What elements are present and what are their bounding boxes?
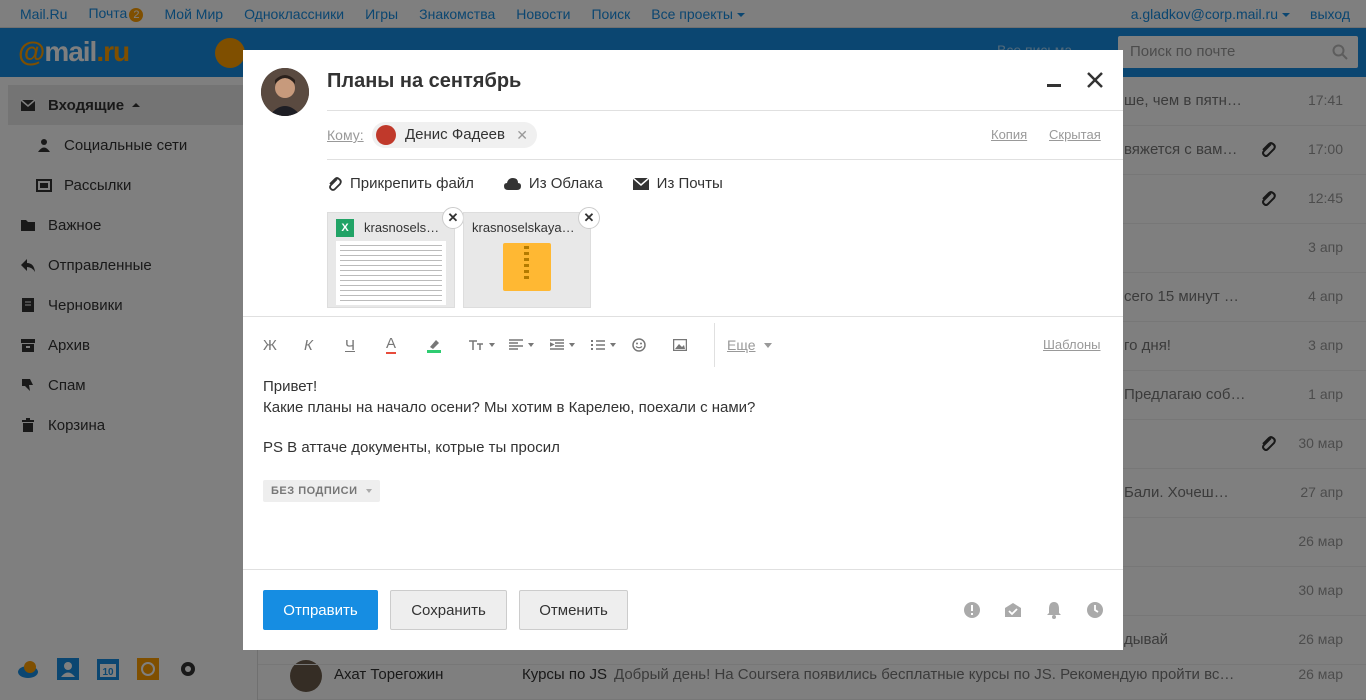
schedule-icon[interactable]	[1086, 601, 1127, 619]
toolbar-separator	[714, 323, 715, 367]
minimize-icon[interactable]	[1047, 84, 1061, 87]
bold-label: Ж	[263, 336, 277, 354]
divider	[243, 569, 1123, 570]
to-label[interactable]: Кому:	[327, 127, 364, 143]
envelope-icon	[632, 176, 649, 190]
from-mail-label: Из Почты	[656, 175, 723, 192]
recipient-chip[interactable]: Денис Фадеев ✕	[372, 122, 537, 148]
compose-dialog: Планы на сентябрь Кому: Денис Фадеев ✕ К…	[243, 50, 1123, 650]
attach-actions: Прикрепить файл Из Облака Из Почты	[327, 175, 753, 192]
image-icon	[673, 339, 687, 351]
indent-icon	[550, 339, 564, 350]
bold-button[interactable]: Ж	[263, 332, 304, 358]
text-color-label: А	[386, 335, 397, 354]
format-toolbar: Ж К Ч А Еще	[263, 323, 772, 367]
numbered-list-icon	[591, 340, 605, 350]
more-button[interactable]: Еще	[727, 337, 772, 353]
font-size-button[interactable]	[468, 332, 509, 358]
remove-recipient-icon[interactable]: ✕	[516, 122, 528, 148]
remove-attachment-icon[interactable]: ✕	[442, 207, 464, 229]
align-left-icon	[509, 339, 523, 350]
message-body[interactable]: Привет! Какие планы на начало осени? Мы …	[263, 376, 755, 458]
attachment-name: krasnoselskaya…	[472, 220, 575, 235]
important-icon[interactable]	[963, 601, 1004, 619]
receipt-icon[interactable]	[1004, 601, 1045, 619]
chevron-down-icon	[763, 342, 772, 348]
from-cloud-label: Из Облака	[528, 175, 603, 192]
close-icon[interactable]	[1085, 70, 1105, 90]
user-avatar	[261, 68, 309, 116]
attach-file-label: Прикрепить файл	[350, 175, 474, 192]
divider	[327, 159, 1123, 160]
templates-link[interactable]: Шаблоны	[1043, 337, 1101, 352]
body-line: PS В аттаче документы, котрые ты просил	[263, 439, 560, 456]
recipient-name: Денис Фадеев	[405, 126, 505, 143]
paperclip-icon	[329, 176, 342, 191]
align-button[interactable]	[509, 332, 550, 358]
zip-icon	[503, 243, 551, 291]
more-label: Еще	[727, 337, 756, 353]
spreadsheet-preview	[336, 241, 446, 305]
footer-options	[963, 601, 1127, 619]
body-line: Привет!	[263, 378, 318, 395]
excel-icon: X	[336, 219, 354, 237]
chevron-down-icon	[365, 489, 372, 494]
notify-icon[interactable]	[1045, 601, 1086, 619]
underline-label: Ч	[345, 336, 355, 354]
list-button[interactable]	[591, 332, 632, 358]
highlight-button[interactable]	[427, 332, 468, 358]
send-button[interactable]: Отправить	[263, 590, 378, 630]
divider	[243, 316, 1123, 317]
signature-label: БЕЗ ПОДПИСИ	[271, 485, 358, 497]
italic-button[interactable]: К	[304, 332, 345, 358]
emoji-button[interactable]	[632, 332, 673, 358]
highlighter-icon	[427, 340, 441, 353]
cancel-button[interactable]: Отменить	[519, 590, 628, 630]
attachment-xls[interactable]: X krasnosels… ✕	[327, 207, 464, 308]
remove-attachment-icon[interactable]: ✕	[578, 207, 600, 229]
attach-file-button[interactable]: Прикрепить файл	[327, 175, 474, 192]
attachment-name: krasnosels…	[364, 220, 440, 235]
compose-title: Планы на сентябрь	[327, 70, 522, 92]
underline-button[interactable]: Ч	[345, 332, 386, 358]
font-size-icon	[469, 340, 483, 350]
indent-button[interactable]	[550, 332, 591, 358]
save-button[interactable]: Сохранить	[390, 590, 507, 630]
bcc-link[interactable]: Скрытая	[1049, 127, 1101, 142]
attachment-zip[interactable]: krasnoselskaya… ✕	[463, 207, 600, 308]
from-mail-button[interactable]: Из Почты	[632, 175, 723, 192]
italic-label: К	[304, 336, 313, 354]
divider	[327, 110, 1123, 111]
signature-select[interactable]: БЕЗ ПОДПИСИ	[263, 480, 380, 502]
insert-image-button[interactable]	[673, 332, 714, 358]
smiley-icon	[632, 338, 646, 352]
cc-link[interactable]: Копия	[991, 127, 1027, 142]
cloud-icon	[503, 177, 521, 190]
body-line: Какие планы на начало осени? Мы хотим в …	[263, 399, 756, 416]
from-cloud-button[interactable]: Из Облака	[503, 175, 603, 192]
recipient-avatar	[376, 125, 396, 145]
text-color-button[interactable]: А	[386, 332, 427, 358]
body-line	[263, 418, 755, 437]
